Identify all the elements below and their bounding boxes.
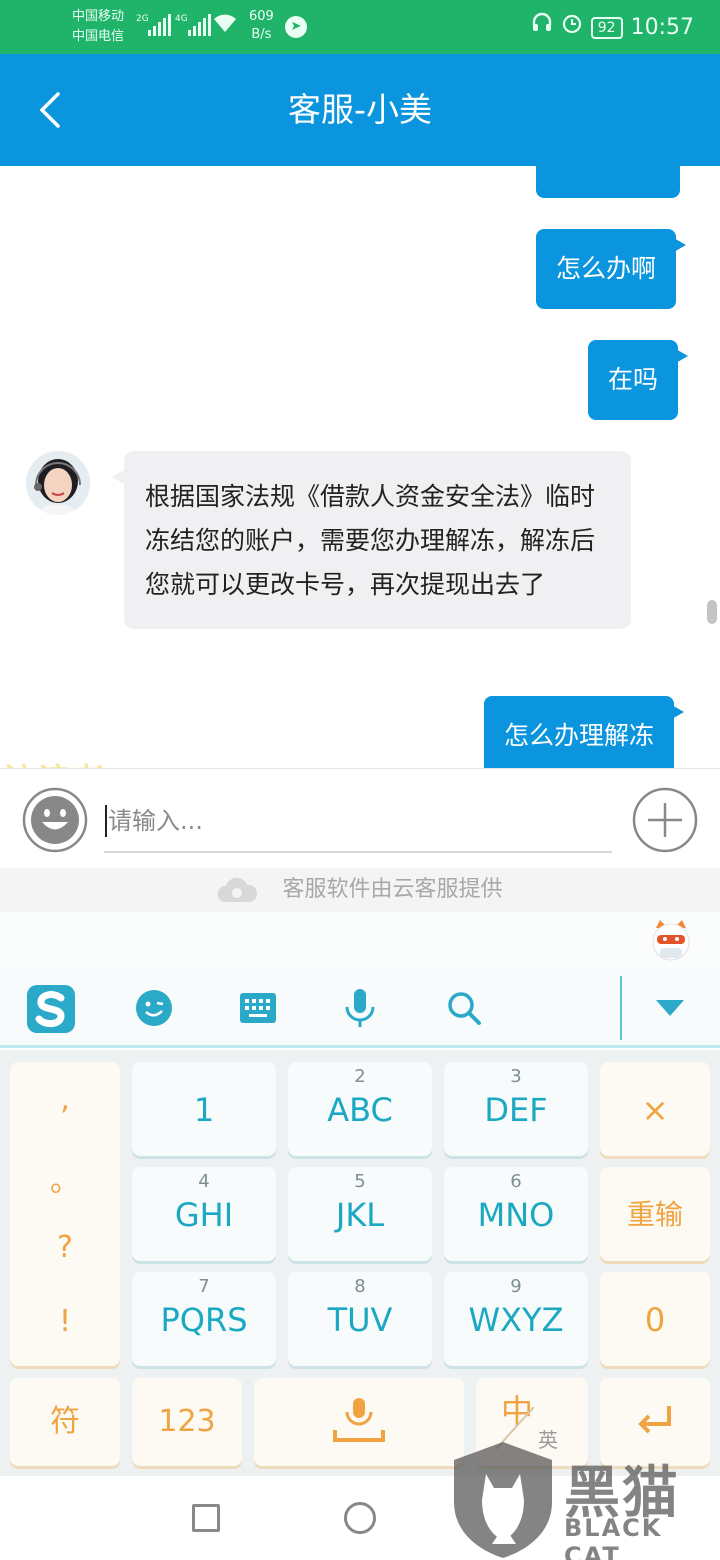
space-key[interactable] xyxy=(254,1378,464,1466)
punctuation-key[interactable]: ! xyxy=(10,1304,120,1339)
microphone-icon[interactable] xyxy=(336,984,384,1032)
carrier-labels: 中国移动 中国电信 xyxy=(72,7,124,47)
back-button[interactable] xyxy=(30,90,70,130)
message-in[interactable]: 根据国家法规《借款人资金安全法》临时冻结您的账户，需要您办理解冻，解冻后您就可以… xyxy=(112,451,631,629)
plus-icon xyxy=(632,787,698,853)
scrollbar[interactable] xyxy=(707,600,717,624)
emoji-button[interactable] xyxy=(22,787,88,853)
signal-icon-2 xyxy=(188,14,211,36)
message-out[interactable]: 怎么办啊 xyxy=(536,229,687,309)
key-0[interactable]: 0 xyxy=(600,1272,710,1366)
battery-icon: 92 xyxy=(590,16,623,39)
network-type-2: 4G xyxy=(175,14,188,24)
punctuation-key[interactable]: , xyxy=(10,1082,120,1117)
speed-value: 609 xyxy=(249,9,274,24)
keyboard-switch-icon[interactable] xyxy=(234,984,282,1032)
emoji-keyboard-icon[interactable] xyxy=(130,984,178,1032)
brand-name-en: BLACK CAT xyxy=(564,1514,663,1560)
keyboard-candidate-bar xyxy=(0,912,720,968)
clock: 10:57 xyxy=(630,14,694,40)
key-9-wxyz[interactable]: 9 WXYZ xyxy=(444,1272,588,1366)
punctuation-key[interactable]: ? xyxy=(10,1230,120,1265)
provider-notice: 客服软件由云客服提供 xyxy=(0,868,720,912)
watermark-text: 流浪者 xyxy=(4,754,106,768)
key-6-mno[interactable]: 6 MNO xyxy=(444,1167,588,1261)
network-type-1: 2G xyxy=(136,14,149,24)
back-arrow-icon xyxy=(39,92,60,128)
keyboard-mascot-icon[interactable] xyxy=(650,918,692,964)
smiley-icon xyxy=(22,787,88,853)
keyboard: , 。 ? ! 1 2 ABC 3 DEF × 4 GHI 5 JKL 6 MN… xyxy=(0,1050,720,1476)
key-5-jkl[interactable]: 5 JKL xyxy=(288,1167,432,1261)
home-button[interactable] xyxy=(344,1502,376,1534)
message-out[interactable]: 在吗 xyxy=(588,340,689,420)
signal-icon xyxy=(148,14,171,36)
reenter-key[interactable]: 重输 xyxy=(600,1167,710,1261)
punctuation-column[interactable]: , 。 ? ! xyxy=(10,1062,120,1366)
message-input[interactable] xyxy=(104,791,612,853)
headset-icon xyxy=(531,12,553,43)
voice-space-icon xyxy=(333,1398,385,1442)
wifi-icon xyxy=(212,12,238,38)
status-bar: 中国移动 中国电信 2G 4G 609 B/s ➤ 92 10:57 xyxy=(0,0,720,54)
network-speed: 609 B/s xyxy=(249,8,274,44)
sogou-logo-icon[interactable] xyxy=(26,984,76,1034)
key-7-pqrs[interactable]: 7 PQRS xyxy=(132,1272,276,1366)
message-input-bar xyxy=(0,768,720,868)
vpn-icon: ➤ xyxy=(285,16,307,38)
symbol-key[interactable]: 符 xyxy=(10,1378,120,1466)
page-title: 客服-小美 xyxy=(288,90,432,129)
search-icon[interactable] xyxy=(440,984,488,1032)
agent-avatar-image xyxy=(26,451,90,515)
recents-button[interactable] xyxy=(192,1504,220,1532)
text-cursor xyxy=(105,805,107,837)
more-actions-button[interactable] xyxy=(632,787,698,853)
toolbar-divider xyxy=(620,976,622,1040)
punctuation-key[interactable]: 。 xyxy=(10,1156,120,1200)
key-1[interactable]: 1 xyxy=(132,1062,276,1156)
app-header: 客服-小美 xyxy=(0,54,720,166)
brand-watermark: 黑猫 BLACK CAT xyxy=(448,1440,720,1560)
enter-icon xyxy=(638,1406,671,1434)
agent-avatar[interactable] xyxy=(26,451,90,515)
collapse-keyboard-icon[interactable] xyxy=(646,984,694,1032)
provider-text: 客服软件由云客服提供 xyxy=(282,877,503,902)
cloud-icon xyxy=(217,877,258,902)
keyboard-toolbar xyxy=(0,968,720,1048)
carrier-2: 中国电信 xyxy=(72,29,125,44)
black-cat-logo-icon xyxy=(454,1442,552,1558)
alarm-icon xyxy=(561,12,583,43)
carrier-1: 中国移动 xyxy=(72,9,125,24)
message-out-partial[interactable] xyxy=(536,166,680,198)
message-out[interactable]: 怎么办理解冻 xyxy=(484,696,685,768)
key-3-def[interactable]: 3 DEF xyxy=(444,1062,588,1156)
key-2-abc[interactable]: 2 ABC xyxy=(288,1062,432,1156)
key-4-ghi[interactable]: 4 GHI xyxy=(132,1167,276,1261)
chat-area[interactable]: 怎么办啊 在吗 根据国家法规《借款人资金安全法》临时冻结您的账户，需要您办理解冻… xyxy=(0,166,720,768)
key-8-tuv[interactable]: 8 TUV xyxy=(288,1272,432,1366)
delete-key[interactable]: × xyxy=(600,1062,710,1156)
numeric-key[interactable]: 123 xyxy=(132,1378,242,1466)
speed-unit: B/s xyxy=(251,27,272,42)
